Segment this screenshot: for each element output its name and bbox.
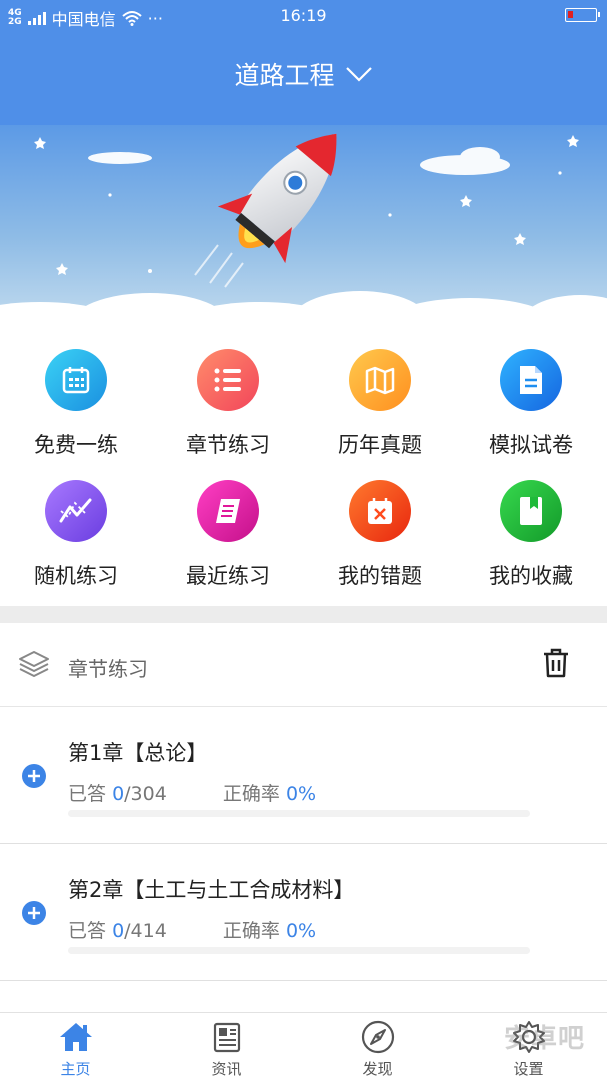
document-icon	[500, 349, 562, 411]
menu-free-practice[interactable]: 免费一练	[0, 330, 152, 460]
menu-label: 历年真题	[338, 433, 422, 457]
compass-icon	[361, 1019, 395, 1055]
status-time: 16:19	[280, 6, 327, 25]
news-icon	[211, 1019, 243, 1055]
bookmark-icon	[500, 480, 562, 542]
menu-label: 我的收藏	[489, 564, 573, 588]
tab-news[interactable]: 资讯	[151, 1013, 302, 1080]
chevron-down-icon	[345, 67, 372, 82]
page-title: 道路工程	[234, 61, 335, 90]
app-header: 4G 2G 中国电信 ··· 16:19 道路工程	[0, 0, 607, 125]
bottom-tab-bar: 主页 资讯 发现 设置 安卓吧	[0, 1012, 607, 1080]
chapter-progress-bar	[68, 810, 530, 817]
menu-past-exams[interactable]: 历年真题	[304, 330, 456, 460]
menu-label: 随机练习	[34, 564, 118, 588]
book-icon	[197, 480, 259, 542]
answered-label: 已答	[68, 920, 107, 942]
tab-label: 发现	[362, 1060, 393, 1078]
trash-icon[interactable]	[542, 647, 570, 679]
tab-label: 主页	[60, 1060, 91, 1078]
accuracy-value: 0%	[285, 920, 317, 942]
tab-label: 资讯	[211, 1060, 242, 1078]
chapter-section-header: 章节练习	[0, 623, 607, 707]
watermark-logo: 安卓吧	[503, 1024, 585, 1054]
answered-count: 0	[112, 920, 125, 942]
total-count: /414	[124, 920, 167, 942]
tab-home[interactable]: 主页	[0, 1013, 151, 1080]
expand-plus-icon[interactable]	[22, 901, 46, 925]
menu-mock-exam[interactable]: 模拟试卷	[455, 330, 607, 460]
accuracy-value: 0%	[285, 783, 317, 805]
menu-recent-practice[interactable]: 最近练习	[152, 461, 304, 591]
tab-label: 设置	[513, 1060, 544, 1078]
quick-menu-grid: 免费一练 章节练习 历年真题 模拟试卷 随机练习 最近练习 我的错题 我的收藏	[0, 330, 607, 606]
subject-selector[interactable]: 道路工程	[0, 56, 607, 92]
accuracy-label: 正确率	[222, 920, 280, 942]
tab-discover[interactable]: 发现	[302, 1013, 453, 1080]
menu-label: 模拟试卷	[489, 433, 573, 457]
answered-count: 0	[112, 783, 125, 805]
calendar-icon	[45, 349, 107, 411]
menu-wrong-questions[interactable]: 我的错题	[304, 461, 456, 591]
chapter-stats: 已答 0/414 正确率 0%	[68, 916, 316, 943]
section-divider	[0, 606, 607, 623]
trend-icon	[45, 480, 107, 542]
list-icon	[197, 349, 259, 411]
answered-label: 已答	[68, 783, 107, 805]
status-bar: 4G 2G 中国电信 ··· 16:19	[0, 0, 607, 34]
menu-label: 最近练习	[186, 564, 270, 588]
chapter-item[interactable]: 第1章【总论】 已答 0/304 正确率 0%	[0, 707, 607, 844]
error-calendar-icon	[349, 480, 411, 542]
stack-icon	[19, 651, 49, 677]
rocket-banner	[0, 125, 607, 330]
map-icon	[349, 349, 411, 411]
menu-label: 章节练习	[186, 433, 270, 457]
chapter-title: 第2章【土工与土工合成材料】	[68, 878, 355, 902]
chapter-item[interactable]: 第2章【土工与土工合成材料】 已答 0/414 正确率 0%	[0, 844, 607, 981]
battery-icon	[565, 8, 600, 22]
section-title: 章节练习	[68, 657, 148, 681]
menu-label: 免费一练	[34, 433, 118, 457]
chapter-stats: 已答 0/304 正确率 0%	[68, 779, 316, 806]
menu-random-practice[interactable]: 随机练习	[0, 461, 152, 591]
accuracy-label: 正确率	[222, 783, 280, 805]
total-count: /304	[124, 783, 167, 805]
home-icon	[58, 1019, 94, 1055]
expand-plus-icon[interactable]	[22, 764, 46, 788]
menu-label: 我的错题	[338, 564, 422, 588]
rocket-illustration	[0, 125, 607, 330]
menu-chapter-practice[interactable]: 章节练习	[152, 330, 304, 460]
chapter-title: 第1章【总论】	[68, 741, 208, 765]
menu-favorites[interactable]: 我的收藏	[455, 461, 607, 591]
chapter-progress-bar	[68, 947, 530, 954]
